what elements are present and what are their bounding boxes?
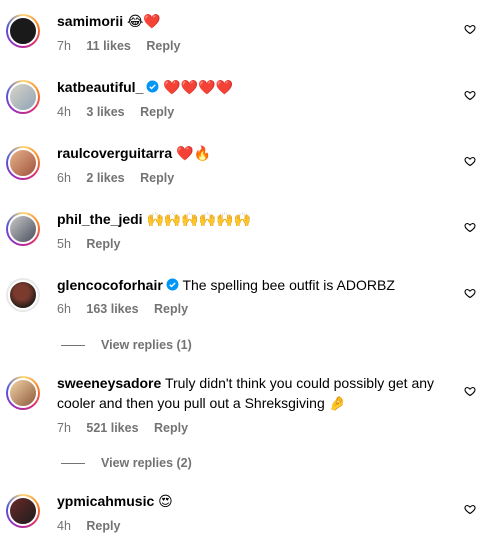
view-replies-button[interactable]: View replies (2): [61, 456, 192, 470]
comment-emoji: ❤️❤️❤️❤️: [163, 80, 233, 96]
username[interactable]: ypmicahmusic: [57, 493, 154, 509]
username[interactable]: katbeautiful_: [57, 79, 143, 95]
comment-text: The spelling bee outfit is ADORBZ: [182, 277, 395, 293]
avatar[interactable]: [6, 278, 40, 312]
comment-time: 6h: [57, 302, 71, 316]
reply-button[interactable]: Reply: [140, 171, 174, 185]
avatar[interactable]: [6, 494, 40, 528]
likes-count[interactable]: 11 likes: [86, 39, 131, 53]
view-replies-label: View replies (2): [101, 456, 192, 470]
username[interactable]: phil_the_jedi: [57, 211, 143, 227]
avatar[interactable]: [6, 212, 40, 246]
divider: [61, 462, 85, 464]
view-replies-label: View replies (1): [101, 338, 192, 352]
reply-button[interactable]: Reply: [86, 237, 120, 251]
comment-time: 6h: [57, 171, 71, 185]
reply-button[interactable]: Reply: [154, 302, 188, 316]
heart-outline-icon[interactable]: [464, 221, 476, 233]
likes-count[interactable]: 3 likes: [86, 105, 124, 119]
reply-button[interactable]: Reply: [154, 421, 188, 435]
verified-badge-icon: [166, 278, 179, 291]
comment-time: 4h: [57, 105, 71, 119]
comment-emoji: 🙌🙌🙌🙌🙌🙌: [146, 212, 252, 228]
view-replies-button[interactable]: View replies (1): [61, 338, 192, 352]
avatar[interactable]: [6, 146, 40, 180]
likes-count[interactable]: 163 likes: [86, 302, 138, 316]
comment-emoji: 😂❤️: [127, 14, 161, 30]
username[interactable]: raulcoverguitarra: [57, 145, 172, 161]
comment-emoji: 🤌: [328, 396, 347, 412]
reply-button[interactable]: Reply: [146, 39, 180, 53]
comment-time: 4h: [57, 519, 71, 533]
likes-count[interactable]: 521 likes: [86, 421, 138, 435]
heart-outline-icon[interactable]: [464, 385, 476, 397]
heart-outline-icon[interactable]: [464, 503, 476, 515]
comment-time: 7h: [57, 421, 71, 435]
username[interactable]: glencocoforhair: [57, 277, 163, 293]
reply-button[interactable]: Reply: [140, 105, 174, 119]
heart-outline-icon[interactable]: [464, 89, 476, 101]
verified-badge-icon: [146, 80, 159, 93]
heart-outline-icon[interactable]: [464, 287, 476, 299]
comment-emoji: ❤️🔥: [176, 146, 211, 162]
comment-emoji: 😍: [158, 494, 173, 510]
likes-count[interactable]: 2 likes: [86, 171, 124, 185]
reply-button[interactable]: Reply: [86, 519, 120, 533]
heart-outline-icon[interactable]: [464, 155, 476, 167]
divider: [61, 344, 85, 346]
username[interactable]: sweeneysadore: [57, 375, 161, 391]
avatar[interactable]: [6, 14, 40, 48]
avatar[interactable]: [6, 80, 40, 114]
avatar[interactable]: [6, 376, 40, 410]
comment-time: 7h: [57, 39, 71, 53]
heart-outline-icon[interactable]: [464, 23, 476, 35]
comment-time: 5h: [57, 237, 71, 251]
username[interactable]: samimorii: [57, 13, 123, 29]
